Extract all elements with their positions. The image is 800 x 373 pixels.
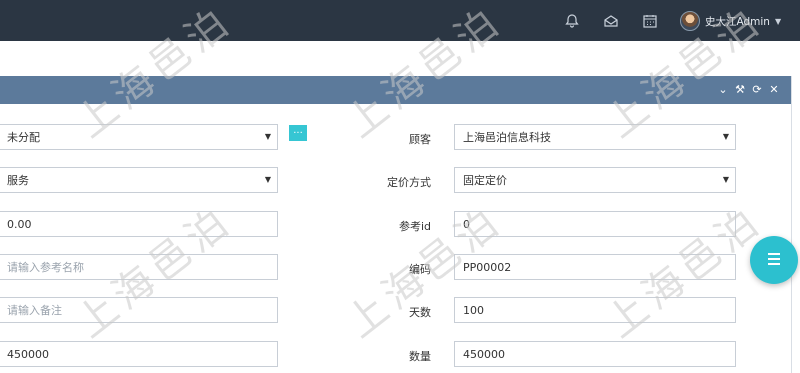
close-icon[interactable]: ✕ (768, 83, 780, 97)
panel-header: ⌄ ⚒ ⟳ ✕ (0, 76, 792, 104)
quantity-input[interactable]: 450000 (454, 341, 736, 367)
pricing-method-label: 定价方式 (387, 176, 431, 189)
floating-menu-button[interactable] (750, 236, 798, 284)
type-select[interactable]: 服务 ▼ (0, 167, 278, 193)
amount-input-value: 450000 (7, 347, 49, 361)
code-label: 编码 (409, 263, 431, 276)
panel-border (791, 76, 792, 373)
pricing-method-value: 固定定价 (463, 174, 507, 187)
customer-label: 顾客 (409, 133, 431, 146)
menu-icon (768, 253, 780, 268)
caret-down-icon: ▼ (264, 132, 271, 141)
code-input-value: PP00002 (463, 260, 512, 274)
quantity-input-value: 450000 (463, 347, 505, 361)
days-input-value: 100 (463, 303, 484, 317)
calendar-icon[interactable] (642, 13, 658, 29)
caret-down-icon: ▼ (722, 175, 729, 184)
avatar (680, 11, 700, 31)
more-button[interactable]: ... (289, 125, 307, 141)
days-label: 天数 (409, 306, 431, 319)
reference-name-input[interactable]: 请输入参考名称 (0, 254, 278, 280)
user-menu[interactable]: 史大江Admin ▼ (680, 10, 781, 32)
price-input[interactable]: 0.00 (0, 211, 278, 237)
assign-select-value: 未分配 (7, 131, 40, 144)
top-navbar: 史大江Admin ▼ (0, 0, 800, 41)
user-name: 史大江Admin (705, 15, 770, 28)
pricing-method-select[interactable]: 固定定价 ▼ (454, 167, 736, 193)
quantity-label: 数量 (409, 350, 431, 363)
days-input[interactable]: 100 (454, 297, 736, 323)
refresh-icon[interactable]: ⟳ (751, 83, 763, 97)
caret-down-icon: ▼ (264, 175, 271, 184)
customer-select[interactable]: 上海邑泊信息科技 ▼ (454, 124, 736, 150)
bell-icon[interactable] (564, 13, 580, 29)
caret-down-icon: ▼ (722, 132, 729, 141)
chevron-down-icon: ▼ (774, 16, 782, 26)
assign-select[interactable]: 未分配 ▼ (0, 124, 278, 150)
wrench-icon[interactable]: ⚒ (734, 83, 746, 97)
customer-select-value: 上海邑泊信息科技 (463, 131, 551, 144)
note-input[interactable]: 请输入备注 (0, 297, 278, 323)
price-input-value: 0.00 (7, 217, 32, 231)
reference-id-label: 参考id (398, 220, 431, 233)
envelope-icon[interactable] (603, 13, 619, 29)
amount-input[interactable]: 450000 (0, 341, 278, 367)
type-select-value: 服务 (7, 174, 29, 187)
reference-id-value: 0 (463, 217, 470, 231)
code-input[interactable]: PP00002 (454, 254, 736, 280)
reference-name-placeholder: 请输入参考名称 (7, 261, 84, 274)
note-placeholder: 请输入备注 (7, 304, 62, 317)
reference-id-input[interactable]: 0 (454, 211, 736, 237)
chevron-down-icon[interactable]: ⌄ (717, 83, 729, 97)
